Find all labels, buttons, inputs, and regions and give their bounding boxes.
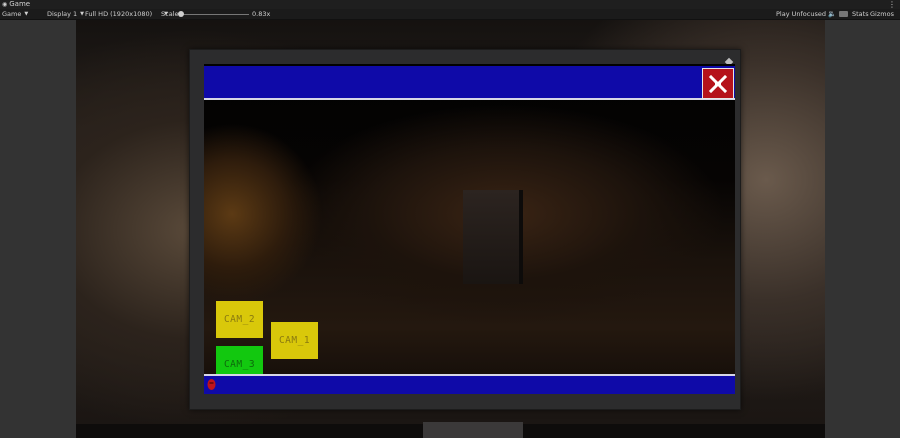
cam-1-button[interactable]: CAM_1 (271, 322, 318, 359)
game-view[interactable]: CAM_2 CAM_1 CAM_3 (76, 20, 825, 438)
close-monitor-button[interactable] (702, 68, 734, 99)
camera-feed-screen: CAM_2 CAM_1 CAM_3 (204, 64, 735, 394)
gamepad-icon: ◉ (2, 1, 8, 8)
scale-slider-track[interactable] (181, 13, 249, 15)
game-toolbar: Game ▼ Display 1 ▼ Full HD (1920x1080) ▼ Sc… (0, 9, 900, 20)
security-monitor: CAM_2 CAM_1 CAM_3 (189, 49, 741, 410)
monitor-stand (423, 422, 523, 438)
display-dropdown[interactable]: Display 1 ▼ (47, 9, 84, 19)
game-tab[interactable]: ◉ Game (2, 0, 30, 9)
close-x-icon (708, 74, 728, 93)
stats-button[interactable]: Stats (852, 9, 869, 19)
chevron-down-icon: ▼ (24, 11, 29, 17)
monitor-top-bar (204, 66, 735, 100)
audio-mute-icon[interactable]: 🔈 (828, 9, 836, 19)
editor-tab-bar: ◉ Game ⋮ (0, 0, 900, 9)
chevron-down-icon: ▼ (80, 11, 85, 17)
camera-feed-door (463, 190, 523, 284)
cam-2-button[interactable]: CAM_2 (216, 301, 263, 338)
view-mode-dropdown[interactable]: Game ▼ (2, 9, 28, 19)
game-viewport: CAM_2 CAM_1 CAM_3 (0, 20, 900, 438)
more-options-icon[interactable]: ⋮ (888, 0, 896, 9)
gizmos-button[interactable]: Gizmos (870, 9, 894, 19)
scale-slider-handle[interactable] (178, 11, 184, 17)
stats-toggle-icon[interactable] (839, 11, 848, 17)
resolution-dropdown[interactable]: Full HD (1920x1080) ▼ (85, 9, 168, 19)
scale-label: Scale (161, 10, 179, 18)
scale-value: 0.83x (252, 10, 271, 18)
play-mode-dropdown[interactable]: Play Unfocused ▼ (776, 9, 833, 19)
monitor-bottom-bar (204, 374, 735, 394)
red-figure-icon (207, 379, 216, 390)
game-tab-label: Game (9, 0, 31, 8)
